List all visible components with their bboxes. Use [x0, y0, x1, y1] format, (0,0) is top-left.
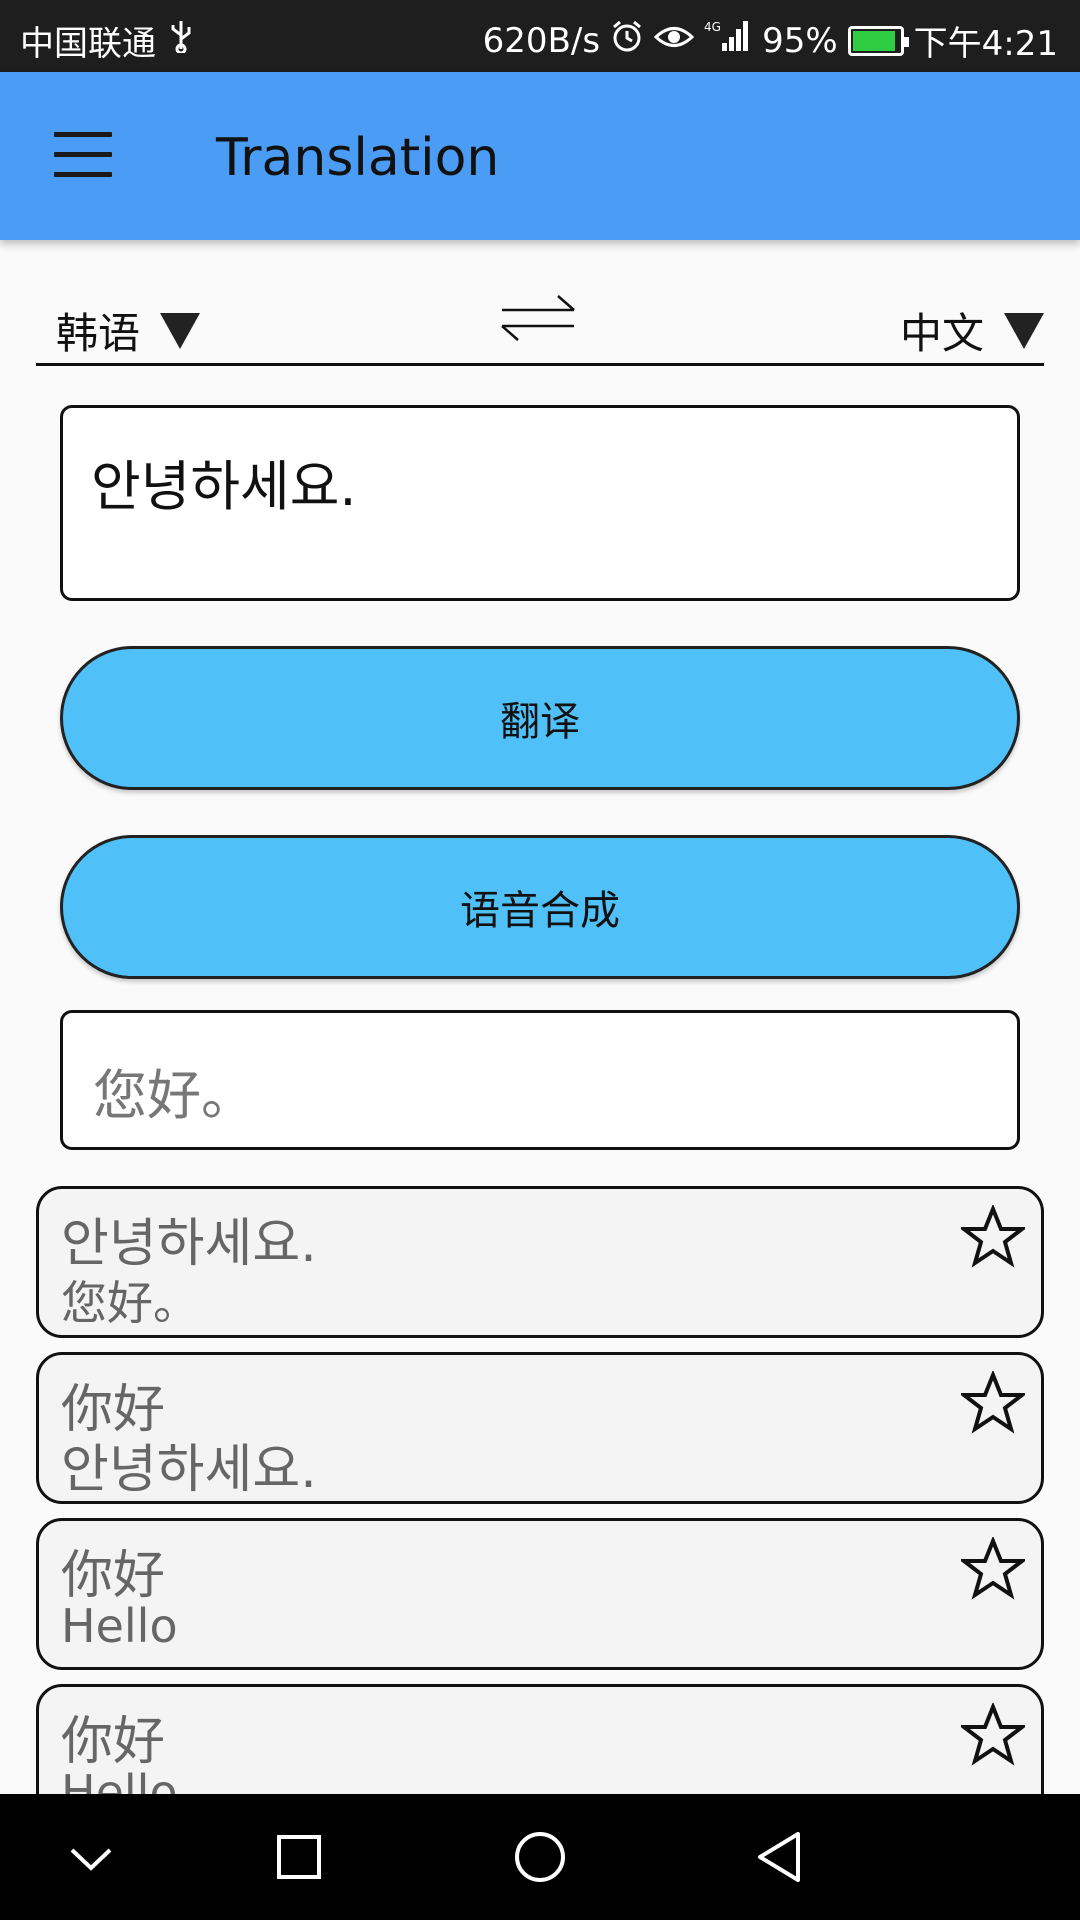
- back-icon[interactable]: [746, 1822, 816, 1892]
- carrier-name: 中国联通: [20, 24, 156, 64]
- dropdown-arrow-icon: [160, 312, 201, 349]
- speech-synthesis-button[interactable]: 语音合成: [60, 835, 1020, 979]
- history-translation-text: Hello: [61, 1599, 178, 1653]
- menu-icon[interactable]: [54, 132, 112, 178]
- page-title: Translation: [216, 128, 500, 188]
- eye-icon: [653, 21, 695, 61]
- clock-time: 下午4:21: [913, 24, 1058, 64]
- alarm-icon: [610, 19, 644, 62]
- app-bar: Translation: [0, 72, 1080, 240]
- history-source-text: 你好: [61, 1712, 166, 1772]
- star-icon[interactable]: [958, 1203, 1028, 1269]
- history-item[interactable]: 안녕하세요. 您好。: [36, 1186, 1044, 1338]
- usb-icon: [168, 19, 194, 62]
- source-language-label: 韩语: [56, 309, 141, 358]
- history-item[interactable]: 你好 Hello: [36, 1684, 1044, 1794]
- translation-output-value: 您好。: [93, 1064, 255, 1127]
- signal-icon: 4G: [704, 19, 752, 62]
- chevron-down-icon[interactable]: [56, 1822, 126, 1892]
- history-source-text: 안녕하세요.: [61, 1214, 317, 1274]
- home-icon[interactable]: [505, 1822, 575, 1892]
- status-right: 620B/s 4G 95% 下午4:21: [483, 16, 1058, 65]
- history-item[interactable]: 你好 안녕하세요.: [36, 1352, 1044, 1504]
- status-left: 中国联通: [20, 16, 194, 65]
- history-translation-text: 안녕하세요.: [61, 1440, 317, 1500]
- target-language-dropdown[interactable]: 中文: [900, 300, 1044, 361]
- star-icon[interactable]: [958, 1369, 1028, 1435]
- translation-output: 您好。: [60, 1010, 1020, 1150]
- status-bar: 中国联通 620B/s 4G 95% 下午4:21: [0, 0, 1080, 72]
- dropdown-arrow-icon: [1004, 312, 1044, 349]
- history-list[interactable]: 안녕하세요. 您好。 你好 안녕하세요. 你好 Hello 你好 Hello: [36, 1186, 1044, 1794]
- history-translation-text: Hello: [61, 1765, 178, 1794]
- star-icon[interactable]: [958, 1701, 1028, 1767]
- translate-button[interactable]: 翻译: [60, 646, 1020, 790]
- history-translation-text: 您好。: [61, 1276, 199, 1330]
- battery-percent: 95%: [762, 20, 838, 61]
- swap-languages-icon[interactable]: [498, 282, 578, 352]
- language-selector: 韩语 中文: [36, 282, 1044, 366]
- target-language-label: 中文: [899, 309, 984, 358]
- source-language-dropdown[interactable]: 韩语: [56, 300, 201, 361]
- source-text-value: 안녕하세요.: [91, 455, 357, 518]
- signal-label: 4G: [704, 20, 721, 34]
- battery-icon: [847, 25, 909, 56]
- source-text-input[interactable]: 안녕하세요.: [60, 405, 1020, 601]
- net-speed: 620B/s: [482, 20, 601, 61]
- navigation-bar: [0, 1794, 1080, 1920]
- star-icon[interactable]: [958, 1535, 1028, 1601]
- history-source-text: 你好: [61, 1546, 166, 1606]
- recent-apps-icon[interactable]: [264, 1822, 334, 1892]
- history-item[interactable]: 你好 Hello: [36, 1518, 1044, 1670]
